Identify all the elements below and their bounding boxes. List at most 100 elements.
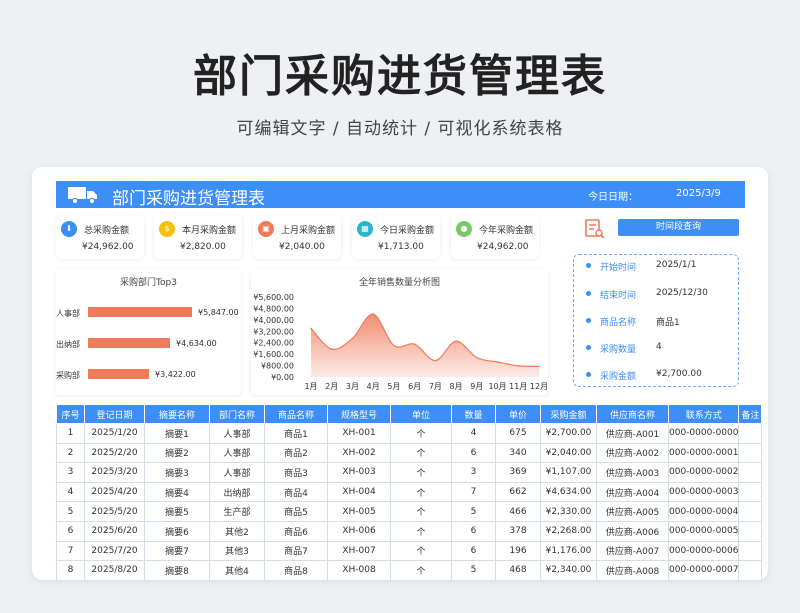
table-cell[interactable]: 000-0000-0002 [667, 462, 740, 483]
table-cell[interactable]: 供应商-A004 [596, 481, 669, 503]
table-cell[interactable]: 2025/1/20 [84, 423, 145, 444]
table-cell[interactable]: ¥2,340.00 [540, 560, 597, 580]
table-cell[interactable]: 商品3 [264, 462, 328, 483]
table-cell[interactable]: 商品5 [264, 501, 328, 522]
table-cell[interactable]: 5 [451, 560, 496, 580]
table-cell[interactable]: XH-004 [327, 481, 391, 503]
table-cell[interactable]: 个 [390, 481, 452, 503]
table-cell[interactable]: 378 [495, 520, 541, 542]
table-cell[interactable]: 摘要8 [144, 560, 210, 580]
table-cell[interactable]: 675 [495, 423, 541, 444]
table-cell[interactable]: 供应商-A007 [596, 540, 669, 562]
table-cell[interactable]: 人事部 [209, 462, 265, 483]
column-header[interactable]: 部门名称 [209, 404, 265, 424]
table-cell[interactable]: 3 [451, 462, 496, 483]
table-cell[interactable]: 商品1 [264, 423, 328, 444]
table-cell[interactable]: 摘要2 [144, 442, 210, 464]
table-cell[interactable]: 7 [56, 540, 85, 562]
table-cell[interactable]: 2025/3/20 [84, 462, 145, 483]
table-cell[interactable]: 供应商-A001 [596, 423, 669, 444]
table-cell[interactable]: 468 [495, 560, 541, 580]
table-cell[interactable]: 商品2 [264, 442, 328, 464]
table-cell[interactable] [738, 481, 763, 503]
table-cell[interactable]: 6 [451, 442, 496, 464]
table-cell[interactable]: 供应商-A008 [596, 560, 669, 580]
table-cell[interactable]: XH-006 [327, 520, 391, 542]
table-row[interactable]: 5 2025/5/20 摘要5 生产部 商品5 XH-005 个 5 466 ¥2,330.00 供… [56, 501, 763, 522]
table-cell[interactable]: 4 [56, 481, 85, 503]
column-header[interactable]: 数量 [451, 404, 496, 424]
table-cell[interactable]: 340 [495, 442, 541, 464]
table-cell[interactable]: XH-008 [327, 560, 391, 580]
table-cell[interactable]: 个 [390, 462, 452, 483]
table-cell[interactable]: 5 [56, 501, 85, 522]
table-cell[interactable]: 人事部 [209, 442, 265, 464]
table-cell[interactable]: 摘要3 [144, 462, 210, 483]
table-cell[interactable]: 4 [451, 423, 496, 444]
column-header[interactable]: 单价 [495, 404, 541, 424]
table-cell[interactable] [738, 501, 763, 522]
table-cell[interactable]: 466 [495, 501, 541, 522]
table-cell[interactable]: 6 [56, 520, 85, 542]
table-cell[interactable]: 000-0000-0000 [667, 423, 740, 444]
table-cell[interactable]: 000-0000-0006 [667, 540, 740, 562]
column-header[interactable]: 单位 [390, 404, 452, 424]
table-cell[interactable]: XH-003 [327, 462, 391, 483]
table-cell[interactable]: ¥2,040.00 [540, 442, 597, 464]
table-cell[interactable]: 个 [390, 540, 452, 562]
table-cell[interactable]: 其他2 [209, 520, 265, 542]
table-cell[interactable]: ¥4,634.00 [540, 481, 597, 503]
table-cell[interactable] [738, 442, 763, 464]
table-cell[interactable]: 2025/4/20 [84, 481, 145, 503]
table-cell[interactable]: 6 [451, 540, 496, 562]
table-cell[interactable]: 000-0000-0004 [667, 501, 740, 522]
table-cell[interactable]: 2025/7/20 [84, 540, 145, 562]
table-cell[interactable]: 3 [56, 462, 85, 483]
column-header[interactable]: 商品名称 [264, 404, 328, 424]
table-cell[interactable] [738, 423, 763, 444]
table-cell[interactable]: 出纳部 [209, 481, 265, 503]
table-row[interactable]: 1 2025/1/20 摘要1 人事部 商品1 XH-001 个 4 675 ¥2,700.00 供… [56, 423, 763, 444]
table-cell[interactable]: 6 [451, 520, 496, 542]
table-cell[interactable]: 摘要5 [144, 501, 210, 522]
table-cell[interactable]: 商品8 [264, 560, 328, 580]
table-cell[interactable] [738, 560, 763, 580]
column-header[interactable]: 备注 [738, 404, 763, 424]
table-cell[interactable]: 000-0000-0003 [667, 481, 740, 503]
table-cell[interactable]: 商品7 [264, 540, 328, 562]
table-cell[interactable]: 000-0000-0001 [667, 442, 740, 464]
table-cell[interactable]: ¥2,330.00 [540, 501, 597, 522]
table-cell[interactable]: 摘要7 [144, 540, 210, 562]
table-cell[interactable]: 000-0000-0007 [667, 560, 740, 580]
info-value[interactable]: 2025/1/1 [656, 260, 696, 270]
table-cell[interactable]: 2025/6/20 [84, 520, 145, 542]
table-cell[interactable]: 人事部 [209, 423, 265, 444]
table-cell[interactable]: XH-001 [327, 423, 391, 444]
table-cell[interactable]: 其他4 [209, 560, 265, 580]
table-cell[interactable]: 供应商-A005 [596, 501, 669, 522]
table-cell[interactable]: 个 [390, 560, 452, 580]
table-cell[interactable] [738, 540, 763, 562]
table-row[interactable]: 2 2025/2/20 摘要2 人事部 商品2 XH-002 个 6 340 ¥2,040.00 供… [56, 442, 763, 464]
table-cell[interactable]: 7 [451, 481, 496, 503]
table-row[interactable]: 4 2025/4/20 摘要4 出纳部 商品4 XH-004 个 7 662 ¥4,634.00 供… [56, 481, 763, 503]
table-cell[interactable]: 供应商-A003 [596, 462, 669, 483]
table-cell[interactable]: XH-005 [327, 501, 391, 522]
table-row[interactable]: 6 2025/6/20 摘要6 其他2 商品6 XH-006 个 6 378 ¥2,268.00 供… [56, 520, 763, 542]
table-row[interactable]: 3 2025/3/20 摘要3 人事部 商品3 XH-003 个 3 369 ¥1,107.00 供… [56, 462, 763, 483]
table-cell[interactable]: ¥1,107.00 [540, 462, 597, 483]
table-cell[interactable]: ¥2,268.00 [540, 520, 597, 542]
table-cell[interactable]: 商品4 [264, 481, 328, 503]
table-cell[interactable]: 供应商-A006 [596, 520, 669, 542]
table-cell[interactable]: 8 [56, 560, 85, 580]
table-cell[interactable]: 其他3 [209, 540, 265, 562]
table-cell[interactable]: 个 [390, 501, 452, 522]
table-row[interactable]: 8 2025/8/20 摘要8 其他4 商品8 XH-008 个 5 468 ¥2,340.00 供… [56, 560, 763, 580]
table-cell[interactable]: XH-002 [327, 442, 391, 464]
table-cell[interactable]: XH-007 [327, 540, 391, 562]
column-header[interactable]: 登记日期 [84, 404, 145, 424]
table-cell[interactable]: 2 [56, 442, 85, 464]
table-cell[interactable]: ¥1,176.00 [540, 540, 597, 562]
table-cell[interactable]: 196 [495, 540, 541, 562]
column-header[interactable]: 采购金额 [540, 404, 597, 424]
